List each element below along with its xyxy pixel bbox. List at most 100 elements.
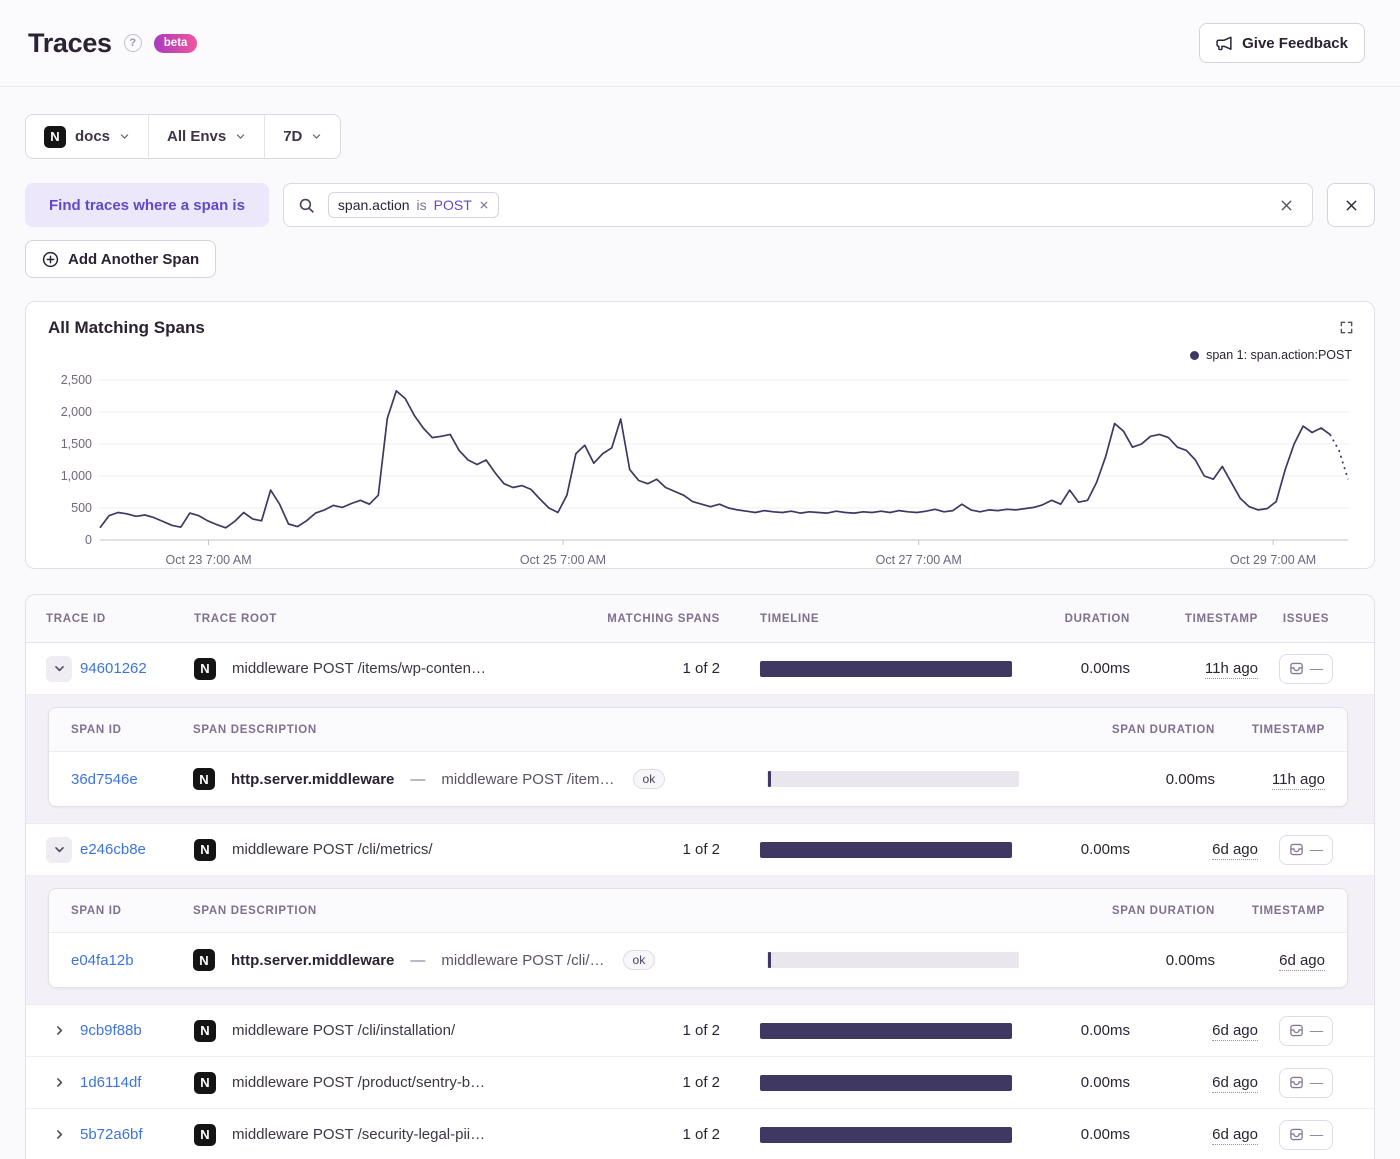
- all-matching-spans-panel: All Matching Spans span 1: span.action:P…: [25, 301, 1375, 569]
- trace-timestamp[interactable]: 6d ago: [1212, 841, 1258, 860]
- trace-duration: 0.00ms: [1080, 841, 1130, 858]
- trace-root-text: middleware POST /cli/metrics/: [232, 841, 433, 858]
- trace-timeline-bar: [760, 1022, 1012, 1039]
- span-query-row: Find traces where a span is span.action …: [25, 183, 1375, 227]
- span-timeline-bar: [767, 771, 1019, 787]
- environment-filter[interactable]: All Envs: [148, 115, 264, 158]
- chart-line: [99, 390, 1331, 529]
- header-timestamp: TIMESTAMP: [1184, 612, 1258, 625]
- nextjs-icon: N: [194, 1019, 216, 1042]
- trace-root-text: middleware POST /product/sentry-b…: [232, 1074, 486, 1091]
- add-another-span-button[interactable]: Add Another Span: [25, 240, 217, 278]
- token-remove-icon[interactable]: [479, 200, 489, 210]
- nextjs-icon: N: [193, 768, 215, 790]
- project-filter[interactable]: N docs: [26, 115, 148, 158]
- page-header: Traces ? beta Give Feedback: [0, 0, 1400, 87]
- query-token-span-action[interactable]: span.action is POST: [327, 192, 499, 218]
- span-timestamp[interactable]: 6d ago: [1279, 951, 1325, 971]
- project-filter-label: docs: [75, 128, 111, 145]
- trace-id-link[interactable]: 5b72a6bf: [80, 1126, 143, 1143]
- span-id-link[interactable]: 36d7546e: [71, 771, 138, 788]
- matching-spans-count: 1 of 2: [682, 841, 720, 858]
- span-duration: 0.00ms: [1165, 951, 1215, 969]
- trace-id-link[interactable]: 9cb9f88b: [80, 1022, 142, 1039]
- expanded-trace-zone: SPAN ID SPAN DESCRIPTION SPAN DURATION T…: [26, 876, 1374, 1005]
- trace-timestamp[interactable]: 11h ago: [1204, 660, 1258, 679]
- nextjs-icon: N: [193, 949, 215, 971]
- chart-line-dashed-tail: [1329, 433, 1349, 480]
- trace-timestamp[interactable]: 6d ago: [1212, 1074, 1258, 1093]
- trace-id-link[interactable]: 1d6114df: [80, 1074, 141, 1091]
- clear-search-icon[interactable]: [1275, 194, 1298, 217]
- y-axis-label: 2,000: [61, 405, 92, 419]
- expand-chart-icon[interactable]: [1335, 316, 1358, 339]
- nextjs-icon: N: [194, 838, 216, 861]
- give-feedback-button[interactable]: Give Feedback: [1199, 23, 1365, 63]
- expand-trace-chevron[interactable]: [46, 1018, 72, 1044]
- span-description-text: middleware POST /item…: [441, 770, 615, 788]
- span-operation: http.server.middleware: [231, 951, 395, 969]
- issues-icon: [1290, 662, 1303, 675]
- trace-issues-button[interactable]: —: [1279, 1067, 1333, 1098]
- span-separator: —: [410, 951, 426, 969]
- span-id-link[interactable]: e04fa12b: [71, 952, 134, 969]
- filter-bar: N docs All Envs 7D: [25, 114, 342, 159]
- chevron-down-icon: [120, 134, 129, 139]
- token-key: span.action: [337, 197, 410, 213]
- header-span-duration: SPAN DURATION: [1111, 723, 1215, 736]
- y-axis-label: 500: [71, 501, 92, 515]
- issues-empty-dash: —: [1309, 842, 1324, 857]
- expand-trace-chevron[interactable]: [46, 1070, 72, 1096]
- trace-timeline-bar: [760, 1126, 1012, 1143]
- expand-trace-chevron[interactable]: [46, 836, 72, 863]
- issues-icon: [1290, 1024, 1303, 1037]
- x-axis-label: Oct 29 7:00 AM: [1230, 553, 1316, 567]
- trace-duration: 0.00ms: [1080, 1074, 1130, 1091]
- expanded-trace-zone: SPAN ID SPAN DESCRIPTION SPAN DURATION T…: [26, 695, 1374, 824]
- y-axis-label: 1,000: [61, 469, 92, 483]
- header-timeline: TIMELINE: [760, 612, 820, 625]
- trace-issues-button[interactable]: —: [1279, 834, 1333, 865]
- spans-subtable: SPAN ID SPAN DESCRIPTION SPAN DURATION T…: [48, 888, 1348, 988]
- matching-spans-count: 1 of 2: [682, 1074, 720, 1091]
- expand-trace-chevron[interactable]: [46, 1122, 72, 1148]
- header-span-description: SPAN DESCRIPTION: [193, 904, 317, 917]
- header-span-id: SPAN ID: [71, 723, 122, 736]
- legend-dot: [1190, 350, 1200, 360]
- trace-timestamp[interactable]: 6d ago: [1212, 1126, 1258, 1145]
- add-another-span-label: Add Another Span: [68, 250, 200, 268]
- nextjs-icon: N: [194, 1123, 216, 1146]
- nextjs-icon: N: [194, 657, 216, 680]
- header-duration: DURATION: [1064, 612, 1130, 625]
- trace-id-link[interactable]: e246cb8e: [80, 841, 146, 858]
- header-matching-spans: MATCHING SPANS: [607, 612, 720, 625]
- trace-issues-button[interactable]: —: [1279, 1119, 1333, 1150]
- trace-timestamp[interactable]: 6d ago: [1212, 1022, 1258, 1041]
- trace-duration: 0.00ms: [1080, 660, 1130, 677]
- search-icon: [298, 197, 315, 214]
- chart-title: All Matching Spans: [48, 318, 205, 337]
- trace-row: 5b72a6bf N middleware POST /security-leg…: [26, 1109, 1374, 1159]
- legend-item-span1[interactable]: span 1: span.action:POST: [1190, 348, 1352, 362]
- page-title: Traces: [28, 27, 112, 58]
- help-icon[interactable]: ?: [123, 34, 142, 52]
- trace-duration: 0.00ms: [1080, 1126, 1130, 1143]
- nextjs-icon: N: [44, 125, 66, 148]
- trace-root-text: middleware POST /security-legal-pii…: [232, 1126, 486, 1143]
- date-range-filter[interactable]: 7D: [264, 115, 340, 158]
- expand-trace-chevron[interactable]: [46, 655, 72, 682]
- span-timestamp[interactable]: 11h ago: [1271, 770, 1325, 790]
- trace-issues-button[interactable]: —: [1279, 653, 1333, 684]
- trace-issues-button[interactable]: —: [1279, 1015, 1333, 1046]
- trace-id-link[interactable]: 94601262: [80, 660, 147, 677]
- span-search-input[interactable]: span.action is POST: [282, 183, 1313, 227]
- spans-subtable-header: SPAN ID SPAN DESCRIPTION SPAN DURATION T…: [49, 889, 1347, 933]
- legend-label: span 1: span.action:POST: [1206, 348, 1352, 362]
- remove-span-query-button[interactable]: [1327, 183, 1375, 227]
- traces-table-header: TRACE ID TRACE ROOT MATCHING SPANS TIMEL…: [26, 595, 1374, 643]
- megaphone-icon: [1216, 35, 1233, 52]
- trace-row: 1d6114df N middleware POST /product/sent…: [26, 1057, 1374, 1109]
- chart-svg: 0 500 1,000 1,500 2,000 2,500 Oct 23 7:00 AM Oc…: [61, 373, 1349, 567]
- header-span-timestamp: TIMESTAMP: [1251, 904, 1325, 917]
- header-trace-root: TRACE ROOT: [194, 612, 277, 625]
